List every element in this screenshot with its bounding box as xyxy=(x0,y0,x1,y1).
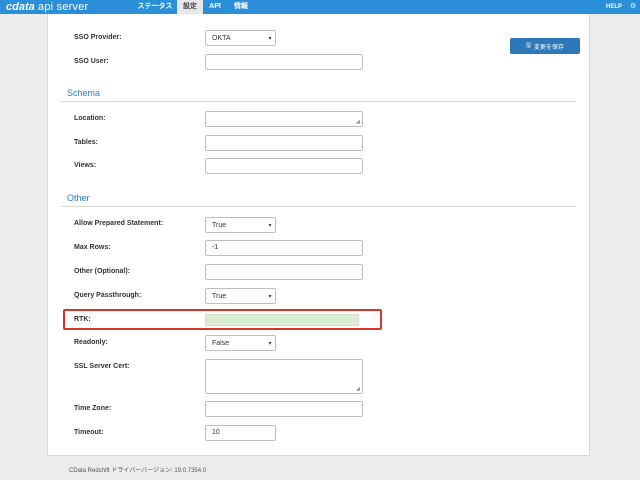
views-input[interactable] xyxy=(205,158,363,174)
location-label: Location: xyxy=(74,115,106,122)
views-label: Views: xyxy=(74,162,97,169)
save-icon: 🖫 xyxy=(525,43,532,49)
app-logo[interactable]: cdata api server xyxy=(6,0,88,14)
sso-user-label: SSO User: xyxy=(74,58,109,65)
other-divider xyxy=(61,206,576,207)
chevron-down-icon: ▾ xyxy=(268,293,272,300)
timeout-input[interactable]: 10 xyxy=(205,425,276,441)
tables-input[interactable] xyxy=(205,135,363,151)
sso-provider-value: OKTA xyxy=(212,34,231,42)
ssl-server-cert-textarea[interactable]: ◢ xyxy=(205,359,363,394)
sso-user-input[interactable] xyxy=(205,54,363,70)
query-passthrough-label: Query Passthrough: xyxy=(74,292,142,299)
top-navigation-bar: cdata api server ステータス 設定 API 情報 HELP ⚙ xyxy=(0,0,640,14)
help-link[interactable]: HELP xyxy=(606,0,622,14)
readonly-label: Readonly: xyxy=(74,339,108,346)
sso-provider-label: SSO Provider: xyxy=(74,34,122,41)
other-section-title: Other xyxy=(67,193,90,203)
tables-label: Tables: xyxy=(74,139,98,146)
location-textarea[interactable]: ◢ xyxy=(205,111,363,127)
chevron-down-icon: ▾ xyxy=(268,222,272,229)
save-button-label: 変更を保存 xyxy=(534,44,565,51)
max-rows-label: Max Rows: xyxy=(74,244,111,251)
schema-divider xyxy=(61,101,576,102)
rtk-highlight-box xyxy=(63,309,382,330)
nav-status[interactable]: ステータス xyxy=(135,0,175,14)
nav-settings[interactable]: 設定 xyxy=(177,0,203,14)
readonly-value: False xyxy=(212,339,230,347)
other-optional-input[interactable] xyxy=(205,264,363,280)
save-changes-button[interactable]: 🖫 変更を保存 xyxy=(510,38,580,54)
sso-provider-select[interactable]: OKTA ▾ xyxy=(205,30,276,46)
readonly-select[interactable]: False ▾ xyxy=(205,335,276,351)
resize-grip-icon[interactable]: ◢ xyxy=(356,120,361,125)
chevron-down-icon: ▾ xyxy=(268,35,272,42)
time-zone-label: Time Zone: xyxy=(74,405,112,412)
nav-info[interactable]: 情報 xyxy=(230,0,252,14)
schema-section-title: Schema xyxy=(67,88,101,98)
nav-api[interactable]: API xyxy=(205,0,225,14)
allow-prepared-statement-label: Allow Prepared Statement: xyxy=(74,220,164,227)
allow-prepared-statement-value: True xyxy=(212,221,227,229)
allow-prepared-statement-select[interactable]: True ▾ xyxy=(205,217,276,233)
max-rows-input[interactable]: -1 xyxy=(205,240,363,256)
query-passthrough-select[interactable]: True ▾ xyxy=(205,288,276,304)
driver-version-text: CData Redshift ドライバーバージョン: 19.0.7354.0 xyxy=(69,468,207,474)
resize-grip-icon[interactable]: ◢ xyxy=(356,387,361,392)
gear-icon[interactable]: ⚙ xyxy=(630,3,638,11)
logo-sub: api server xyxy=(38,1,89,13)
timeout-label: Timeout: xyxy=(74,429,104,436)
query-passthrough-value: True xyxy=(212,292,227,300)
chevron-down-icon: ▾ xyxy=(268,340,272,347)
logo-main: cdata xyxy=(6,1,35,13)
ssl-server-cert-label: SSL Server Cert: xyxy=(74,363,130,370)
other-optional-label: Other (Optional): xyxy=(74,268,130,275)
time-zone-input[interactable] xyxy=(205,401,363,417)
